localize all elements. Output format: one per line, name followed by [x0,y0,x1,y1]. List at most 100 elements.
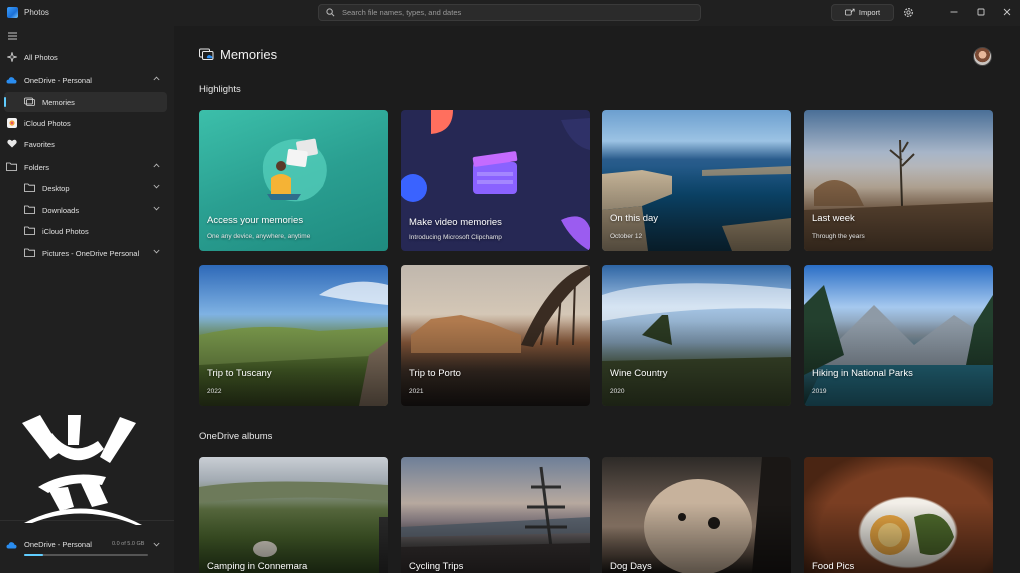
memory-card-trip-to-porto[interactable]: Trip to Porto 2021 [401,265,590,406]
card-subtitle: 2022 [207,388,222,395]
storage-quota: 0.0 of 5.0 GB [112,541,145,547]
album-card-cycling-trips[interactable]: Cycling Trips [401,457,590,573]
sidebar-item-desktop[interactable]: Desktop [0,178,174,198]
import-button[interactable]: Import [831,4,894,21]
minimize-button[interactable] [948,6,960,18]
memory-card-access-your-memories[interactable]: Access your memories One any device, any… [199,110,388,251]
user-avatar[interactable] [973,47,992,66]
storage-progress-bar [24,554,148,556]
sidebar-item-label: Pictures - OneDrive Personal [42,249,140,258]
sidebar-item-label: Favorites [24,140,55,149]
sidebar-item-folders[interactable]: Folders [0,157,174,177]
card-gradient [199,321,388,406]
card-title: Wine Country [610,368,668,379]
onedrive-cloud-icon [6,542,17,549]
search-icon [326,8,335,17]
card-title: Dog Days [610,561,652,572]
page-title: Memories [220,47,278,62]
section-title-highlights: Highlights [199,84,241,95]
sidebar-item-label: All Photos [24,53,58,62]
chevron-down-icon[interactable] [153,542,160,547]
sidebar-item-label: iCloud Photos [24,119,71,128]
heart-icon [6,138,17,149]
onedrive-storage-footer[interactable]: OneDrive - Personal 0.0 of 5.0 GB [0,534,174,564]
memory-card-make-video-memories[interactable]: Make video memories Introducing Microsof… [401,110,590,251]
sidebar: All Photos OneDrive - Personal Memories … [0,26,174,573]
card-title: On this day [610,213,659,224]
card-title: Camping in Connemara [207,561,308,572]
album-card-camping-in-connemara[interactable]: Camping in Connemara [199,457,388,573]
memories-header-icon [199,48,214,60]
main-content: Memories Highlights Access your memories… [174,26,1020,573]
import-label: Import [858,8,881,17]
card-title: Cycling Trips [409,561,464,572]
photos-app-icon [7,7,18,18]
sidebar-item-memories[interactable]: Memories [4,92,167,112]
chevron-up-icon[interactable] [153,76,160,81]
sidebar-item-label: Memories [42,98,75,107]
card-title: Trip to Tuscany [207,368,272,379]
memories-icon [24,96,35,107]
folder-icon [24,247,35,258]
memory-card-on-this-day[interactable]: On this day October 12 [602,110,791,251]
card-gradient [804,321,993,406]
memory-card-wine-country[interactable]: Wine Country 2020 [602,265,791,406]
memories-illustration [262,138,327,202]
folder-icon [24,225,35,236]
card-gradient [602,321,791,406]
app-title: Photos [24,8,49,17]
import-icon [844,8,855,16]
memory-card-trip-to-tuscany[interactable]: Trip to Tuscany 2022 [199,265,388,406]
onedrive-cloud-icon [6,74,17,85]
sidebar-item-icloud-photos-folder[interactable]: iCloud Photos [0,221,174,241]
card-title: Last week [812,213,855,224]
chevron-up-icon[interactable] [153,163,160,168]
album-card-food-pics[interactable]: Food Pics [804,457,993,573]
folder-icon [6,161,17,172]
chevron-down-icon[interactable] [153,184,160,189]
sidebar-item-label: Folders [24,163,50,172]
card-title: Hiking in National Parks [812,368,913,379]
sidebar-item-label: Downloads [42,206,80,215]
sidebar-item-onedrive-personal[interactable]: OneDrive - Personal [0,70,174,90]
sidebar-item-downloads[interactable]: Downloads [0,200,174,220]
maximize-button[interactable] [975,6,987,18]
sidebar-item-all-photos[interactable]: All Photos [0,47,174,67]
sidebar-item-pictures-onedrive[interactable]: Pictures - OneDrive Personal [0,243,174,263]
chevron-down-icon[interactable] [153,206,160,211]
card-subtitle: 2021 [409,388,424,395]
maximize-icon [977,8,985,16]
card-subtitle: 2019 [812,388,827,395]
card-subtitle: One any device, anywhere, anytime [207,233,311,240]
sidebar-item-icloud-photos[interactable]: iCloud Photos [0,113,174,133]
sparkle-photos-icon [6,51,17,62]
close-icon [1003,8,1011,16]
title-bar: Photos Import [0,0,1020,26]
minimize-icon [950,11,958,13]
card-gradient [401,321,590,406]
sidebar-item-label: iCloud Photos [42,227,89,236]
search-input[interactable] [342,6,682,19]
search-box[interactable] [318,4,701,21]
card-title: Food Pics [812,561,855,572]
clipchamp-illustration [401,110,590,251]
card-subtitle: 2020 [610,388,625,395]
memory-card-last-week[interactable]: Last week Through the years [804,110,993,251]
sidebar-item-label: Desktop [42,184,70,193]
icloud-photos-icon [6,117,17,128]
watermark-logo [22,415,142,525]
album-card-dog-days[interactable]: Dog Days [602,457,791,573]
selection-indicator [4,97,6,107]
chevron-down-icon[interactable] [153,249,160,254]
memory-card-hiking-in-national-parks[interactable]: Hiking in National Parks 2019 [804,265,993,406]
sidebar-item-favorites[interactable]: Favorites [0,134,174,154]
card-subtitle: October 12 [610,233,643,240]
card-subtitle: Through the years [812,233,865,240]
settings-gear-icon[interactable] [903,7,914,18]
card-title: Access your memories [207,215,304,226]
hamburger-menu-icon[interactable] [8,32,17,40]
close-button[interactable] [1001,6,1013,18]
storage-progress-fill [24,554,43,556]
folder-icon [24,182,35,193]
onedrive-footer-label: OneDrive - Personal [24,540,92,549]
